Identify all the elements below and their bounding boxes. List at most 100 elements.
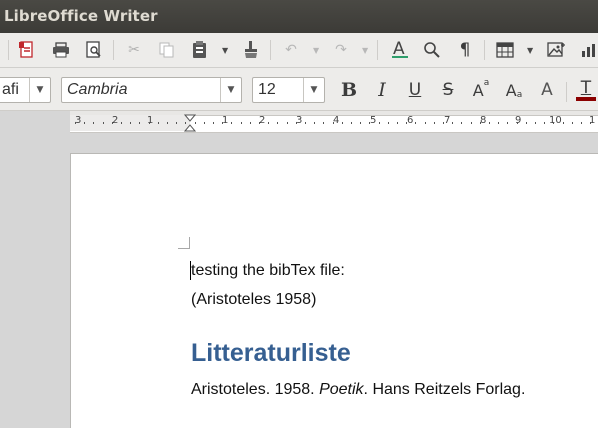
ruler-tick: [461, 122, 462, 124]
ruler-tick: [498, 122, 499, 124]
ruler-tick: [167, 122, 168, 124]
ruler-tick: [231, 122, 232, 124]
subscript-marker: a: [516, 90, 523, 100]
font-size-select[interactable]: 12 ▼: [252, 77, 325, 103]
bibliography-heading[interactable]: Litteraturliste: [191, 339, 351, 368]
indent-marker-icon[interactable]: [184, 114, 196, 132]
ruler-label: 3: [75, 115, 82, 126]
paragraph-style-value: afi: [2, 81, 19, 98]
redo-icon[interactable]: ↷: [330, 39, 352, 61]
font-name-value: Cambria: [67, 81, 128, 98]
bibliography-entry[interactable]: Aristoteles. 1958. Poetik. Hans Reitzels…: [191, 381, 525, 399]
underline-button[interactable]: U: [403, 77, 427, 103]
font-color-swatch: [576, 96, 596, 101]
superscript-button[interactable]: Aa: [469, 77, 493, 103]
export-pdf-icon[interactable]: [16, 39, 38, 61]
title-bar: LibreOffice Writer: [0, 0, 598, 33]
insert-table-dropdown-icon[interactable]: ▼: [527, 46, 533, 55]
redo-dropdown-icon[interactable]: ▼: [362, 46, 368, 55]
ruler-label: 1: [222, 115, 229, 126]
font-size-value: 12: [258, 81, 276, 98]
ruler-label: 2: [259, 115, 266, 126]
chevron-down-icon[interactable]: ▼: [29, 78, 50, 102]
ruler-tick: [351, 122, 352, 124]
ruler-tick: [563, 122, 564, 124]
citation-text[interactable]: (Aristoteles 1958): [191, 291, 316, 309]
ruler-label: 3: [296, 115, 303, 126]
ruler-tick: [443, 122, 444, 124]
ruler-tick: [434, 122, 435, 124]
paste-icon[interactable]: [189, 39, 211, 61]
ruler-tick: [112, 122, 113, 124]
toolbar-separator: [270, 40, 271, 60]
font-name-select[interactable]: Cambria ▼: [61, 77, 242, 103]
ruler-tick: [553, 122, 554, 124]
ruler-tick: [103, 122, 104, 124]
ruler-label: 7: [444, 115, 451, 126]
ruler-tick: [213, 122, 214, 124]
ruler-tick: [489, 122, 490, 124]
ruler-tick: [158, 122, 159, 124]
subscript-label: A: [505, 80, 517, 100]
strikethrough-button[interactable]: S: [436, 77, 460, 103]
ruler-tick: [526, 122, 527, 124]
formatting-marks-icon[interactable]: ¶: [454, 39, 476, 61]
bold-button[interactable]: B: [337, 77, 361, 103]
ruler-tick: [93, 122, 94, 124]
paste-dropdown-icon[interactable]: ▼: [222, 46, 228, 55]
ruler-tick: [84, 122, 85, 124]
paragraph-style-select[interactable]: afi ▼: [0, 77, 51, 103]
undo-icon[interactable]: ↶: [280, 39, 302, 61]
standard-toolbar: ✂ ▼ ↶ ▼ ↷ ▼ A ¶ ▼: [0, 33, 598, 68]
italic-button[interactable]: I: [370, 77, 394, 103]
insert-image-icon[interactable]: [545, 39, 567, 61]
ruler-label: 4: [333, 115, 340, 126]
find-replace-icon[interactable]: A: [389, 38, 411, 60]
toolbar-separator: [8, 40, 9, 60]
ruler-tick: [388, 122, 389, 124]
print-preview-icon[interactable]: [83, 39, 105, 61]
ruler-margin: [0, 111, 70, 133]
print-icon[interactable]: [50, 39, 72, 61]
ruler-tick: [277, 122, 278, 124]
ruler-tick: [581, 122, 582, 124]
ruler-tick: [323, 122, 324, 124]
ruler-tick: [296, 122, 297, 124]
ruler-tick: [121, 122, 122, 124]
chevron-down-icon[interactable]: ▼: [303, 78, 324, 102]
ruler-label: 9: [515, 115, 522, 126]
ruler-tick: [305, 122, 306, 124]
ruler-tick: [250, 122, 251, 124]
ruler-tick: [425, 122, 426, 124]
ruler-tick: [471, 122, 472, 124]
clone-formatting-icon[interactable]: [240, 39, 262, 61]
ruler-tick: [130, 122, 131, 124]
undo-dropdown-icon[interactable]: ▼: [313, 46, 319, 55]
insert-chart-icon[interactable]: [578, 39, 598, 61]
ruler-tick: [241, 122, 242, 124]
toolbar-separator: [484, 40, 485, 60]
ruler-tick: [369, 122, 370, 124]
subscript-button[interactable]: Aa: [502, 77, 526, 103]
cut-icon[interactable]: ✂: [123, 39, 145, 61]
bibliography-entry-after: . Hans Reitzels Forlag.: [363, 381, 526, 398]
ruler-tick: [287, 122, 288, 124]
insert-table-icon[interactable]: [494, 39, 516, 61]
toolbar-separator: [377, 40, 378, 60]
font-color-button[interactable]: T: [574, 77, 598, 103]
chevron-down-icon[interactable]: ▼: [220, 78, 241, 102]
ruler-tick: [342, 122, 343, 124]
ruler-tick: [259, 122, 260, 124]
ruler-label: 6: [407, 115, 414, 126]
ruler-tick: [535, 122, 536, 124]
ruler-tick: [176, 122, 177, 124]
ruler-tick: [452, 122, 453, 124]
copy-icon[interactable]: [156, 39, 178, 61]
ruler-tick: [379, 122, 380, 124]
zoom-icon[interactable]: [421, 39, 443, 61]
shadow-button[interactable]: A: [535, 77, 559, 103]
ruler-tick: [517, 122, 518, 124]
ruler-label: 1: [589, 115, 596, 126]
body-text-line[interactable]: testing the bibTex file:: [191, 262, 345, 280]
horizontal-ruler[interactable]: 3 2 1 1 2 3 4 5 6 7 8 9 10 1: [70, 111, 598, 133]
